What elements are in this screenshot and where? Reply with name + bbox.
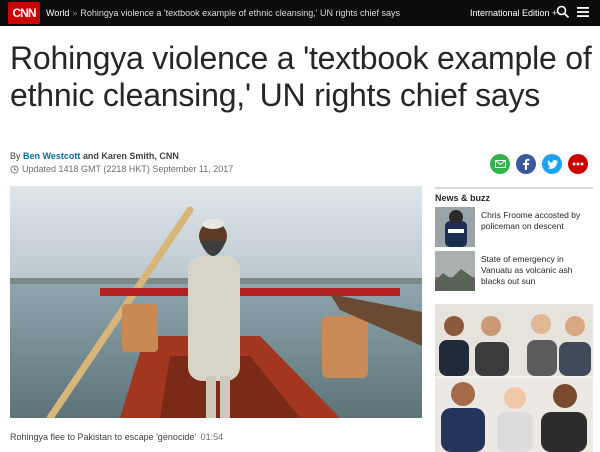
sidebar-item-froome[interactable]: Chris Froome accosted by policeman on de… [435, 207, 593, 249]
advertisement-image[interactable] [435, 304, 593, 452]
cnn-logo[interactable]: CNN [8, 2, 40, 24]
breadcrumb: World» Rohingya violence a 'textbook exam… [46, 0, 400, 26]
video-caption-text[interactable]: Rohingya flee to Pakistan to escape 'gen… [10, 432, 196, 442]
sidebar-item-title: Chris Froome accosted by policeman on de… [481, 210, 581, 231]
section-link[interactable]: World [46, 8, 69, 18]
breadcrumb-title: Rohingya violence a 'textbook example of… [80, 8, 400, 18]
video-player[interactable] [10, 186, 422, 418]
updated-timestamp: Updated 1418 GMT (2218 HKT) September 11… [10, 164, 233, 174]
headline: Rohingya violence a 'textbook example of… [10, 40, 592, 113]
video-frame [10, 186, 422, 418]
sidebar-item-vanuatu[interactable]: State of emergency in Vanuatu as volcani… [435, 251, 593, 293]
video-duration: 01:54 [200, 432, 224, 442]
author-link[interactable]: Ben Westcott [23, 151, 80, 161]
updated-text: Updated 1418 GMT (2218 HKT) September 11… [22, 164, 234, 174]
sidebar-thumbnail [435, 251, 475, 291]
search-icon[interactable] [556, 5, 570, 19]
edition-selector[interactable]: International Edition + [470, 0, 557, 26]
share-bar [490, 154, 588, 174]
clock-icon [10, 164, 19, 174]
byline-coauthors: and Karen Smith, CNN [82, 151, 179, 161]
twitter-icon[interactable] [542, 154, 562, 174]
nav-icons [556, 5, 590, 19]
top-nav: CNN World» Rohingya violence a 'textbook … [0, 0, 600, 26]
byline: By Ben Westcott and Karen Smith, CNN [10, 151, 179, 161]
byline-prefix: By [10, 151, 21, 161]
menu-icon[interactable] [576, 5, 590, 19]
email-icon[interactable] [490, 154, 510, 174]
sidebar-item-title: State of emergency in Vanuatu as volcani… [481, 254, 573, 286]
breadcrumb-separator: » [72, 8, 78, 18]
facebook-icon[interactable] [516, 154, 536, 174]
more-icon[interactable] [568, 154, 588, 174]
sidebar-heading: News & buzz [435, 187, 593, 203]
video-caption: Rohingya flee to Pakistan to escape 'gen… [10, 432, 223, 442]
sidebar-thumbnail [435, 207, 475, 247]
